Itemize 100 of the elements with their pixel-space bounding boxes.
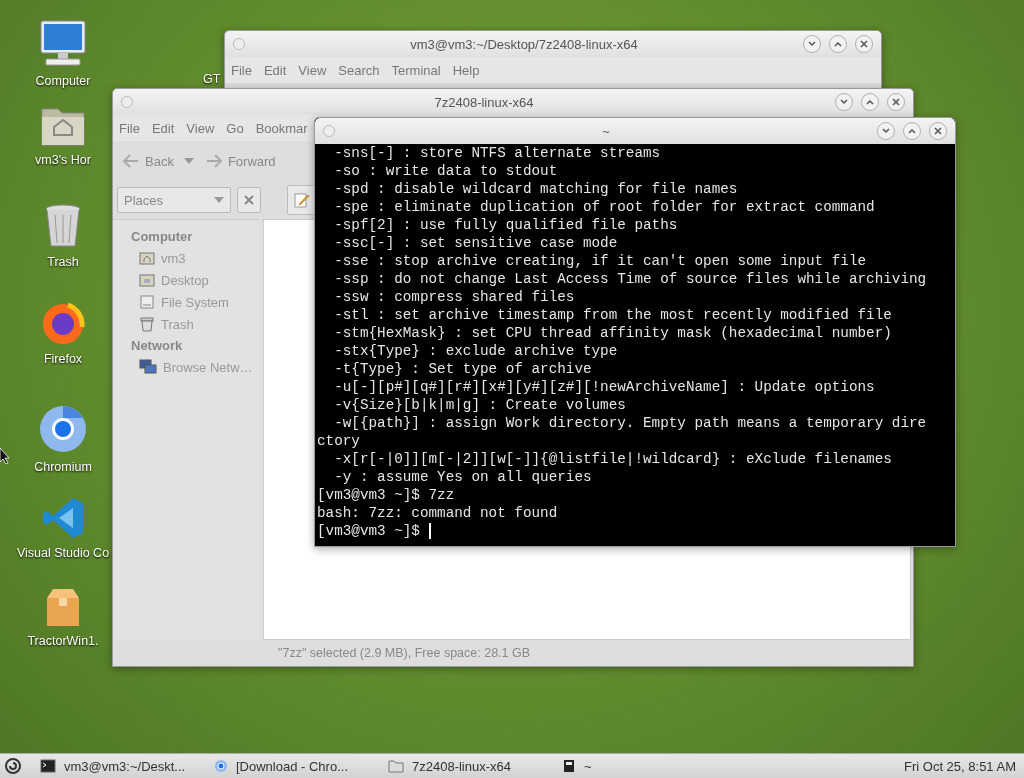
close-icon	[244, 195, 254, 205]
terminal-line: -so : write data to stdout	[333, 163, 558, 179]
back-button[interactable]: Back	[121, 153, 174, 169]
mouse-pointer-icon	[0, 448, 10, 464]
app-icon	[562, 759, 576, 773]
sidebar-item[interactable]: Trash	[113, 313, 259, 335]
terminal-line: -sns[-] : store NTFS alternate streams	[333, 145, 661, 161]
menu-item[interactable]: Bookmar	[255, 120, 308, 136]
terminal-prompt: [vm3@vm3 ~]$	[317, 523, 421, 539]
terminal-line: -ssp : do not change Last Access Time of source files while archiving	[333, 271, 927, 287]
code-editor-icon[interactable]	[41, 496, 85, 540]
browser-icon[interactable]	[40, 300, 86, 346]
terminal-icon	[40, 759, 56, 773]
terminal-line: [vm3@vm3 ~]$ 7zz	[317, 487, 455, 503]
window-menu-icon[interactable]	[323, 125, 335, 137]
terminal-line: -u[-][p#][q#][r#][x#][y#][z#][!newArchiveName] : Update options	[333, 379, 875, 395]
chevron-up-icon	[834, 41, 842, 47]
close-button[interactable]	[887, 93, 905, 111]
minimize-button[interactable]	[803, 35, 821, 53]
menu-item[interactable]: File	[231, 62, 252, 78]
taskbar-item[interactable]: [Download - Chro...	[204, 758, 374, 774]
sidebar-item[interactable]: vm3	[113, 247, 259, 269]
close-button[interactable]	[855, 35, 873, 53]
taskbar-item[interactable]: 7z2408-linux-x64	[378, 758, 548, 774]
sidebar-item[interactable]: Desktop	[113, 269, 259, 291]
home-folder-icon	[139, 250, 155, 266]
status-bar-text: "7zz" selected (2.9 MB), Free space: 28.1 GB	[277, 645, 532, 662]
maximize-button[interactable]	[903, 122, 921, 140]
minimize-button[interactable]	[877, 122, 895, 140]
menu-item[interactable]: Search	[338, 62, 380, 78]
terminal-line: -v{Size}[b|k|m|g] : Create volumes	[333, 397, 626, 413]
sidebar-heading: Network	[130, 337, 184, 355]
menu-icon	[4, 757, 22, 775]
menu-item[interactable]: Edit	[263, 62, 287, 78]
trash-icon	[139, 316, 155, 332]
window-title: ~	[601, 123, 611, 139]
taskbar-item[interactable]: vm3@vm3:~/Deskt...	[30, 758, 200, 774]
terminal-line: -y : assume Yes on all queries	[333, 469, 592, 485]
terminal-line: -ssw : compress shared files	[333, 289, 575, 305]
sidebar-heading: Computer	[130, 228, 194, 246]
clock[interactable]: Fri Oct 25, 8:51 AM	[904, 758, 1024, 774]
window-menu-icon[interactable]	[121, 96, 133, 108]
window-menu-icon[interactable]	[233, 38, 245, 50]
terminal-line: -spe : eliminate duplication of root folder for extract command	[333, 199, 875, 215]
maximize-button[interactable]	[861, 93, 879, 111]
terminal-line: -stx{Type} : exclude archive type	[333, 343, 618, 359]
terminal-line: -sse : stop archive creating, if it can't open some input file	[333, 253, 867, 269]
dropdown-caret-icon	[214, 197, 224, 203]
close-icon	[892, 98, 900, 106]
chromium-icon[interactable]	[38, 404, 88, 454]
dropdown-caret-icon[interactable]	[183, 158, 194, 164]
chromium-icon	[214, 759, 228, 773]
desktop-icon-label[interactable]: TractorWin1.	[27, 634, 99, 648]
terminal-line: -t{Type} : Set type of archive	[333, 361, 592, 377]
desktop-icon-label[interactable]: Chromium	[34, 460, 92, 474]
maximize-button[interactable]	[829, 35, 847, 53]
terminal-line: -stl : set archive timestamp from the most recently modified file	[333, 307, 892, 323]
trash-icon[interactable]	[43, 203, 83, 249]
desktop-icon-label[interactable]: Firefox	[43, 352, 83, 366]
terminal-line: ctory	[317, 433, 360, 449]
terminal-line: -ssc[-] : set sensitive case mode	[333, 235, 618, 251]
terminal-line: -x[r[-|0]][m[-|2]][w[-]]{@listfile|!wildcard} : eXclude filenames	[333, 451, 892, 467]
terminal-line: -spf[2] : use fully qualified file paths	[333, 217, 678, 233]
menu-item[interactable]: View	[298, 62, 327, 78]
chevron-down-icon	[840, 99, 848, 105]
chevron-down-icon	[882, 128, 890, 134]
desktop-icon-label[interactable]: Trash	[47, 255, 79, 269]
terminal-line: -spd : disable wildcard matching for file names	[333, 181, 738, 197]
menu-item[interactable]: Go	[226, 120, 244, 136]
desktop-icon-label[interactable]: vm3's Hor	[35, 153, 91, 167]
taskbar-item[interactable]: ~	[552, 758, 612, 774]
forward-button[interactable]: Forward	[203, 153, 276, 169]
places-dropdown[interactable]: Places	[117, 187, 231, 213]
folder-icon	[139, 272, 155, 288]
desktop-icon-label[interactable]: Visual Studio Co	[16, 546, 110, 560]
chevron-up-icon	[866, 99, 874, 105]
close-button[interactable]	[929, 122, 947, 140]
close-icon	[934, 127, 942, 135]
network-icon	[139, 359, 157, 375]
menu-item[interactable]: Edit	[151, 120, 175, 136]
folder-icon	[388, 759, 404, 773]
terminal-line: -stm{HexMask} : set CPU thread affinity mask (hexadecimal number)	[333, 325, 892, 341]
sidebar-item[interactable]: File System	[113, 291, 259, 313]
chevron-up-icon	[908, 128, 916, 134]
computer-icon[interactable]	[38, 18, 88, 68]
edit-location-button[interactable]	[287, 185, 317, 215]
desktop-icon-label[interactable]: GT	[203, 72, 221, 86]
menu-item[interactable]: File	[119, 120, 140, 136]
pencil-note-icon	[294, 192, 310, 208]
menu-item[interactable]: Terminal	[391, 62, 441, 78]
minimize-button[interactable]	[835, 93, 853, 111]
menu-item[interactable]: View	[186, 120, 215, 136]
terminal-line: bash: 7zz: command not found	[317, 505, 558, 521]
sidebar-item[interactable]: Browse Netw…	[113, 356, 259, 378]
chevron-down-icon	[808, 41, 816, 47]
close-sidebar-button[interactable]	[237, 187, 261, 213]
window-title: vm3@vm3:~/Desktop/7z2408-linux-x64	[409, 36, 639, 52]
menu-item[interactable]: Help	[452, 62, 480, 78]
window-title: 7z2408-linux-x64	[433, 94, 535, 110]
desktop-icon-label[interactable]: Computer	[35, 74, 91, 88]
